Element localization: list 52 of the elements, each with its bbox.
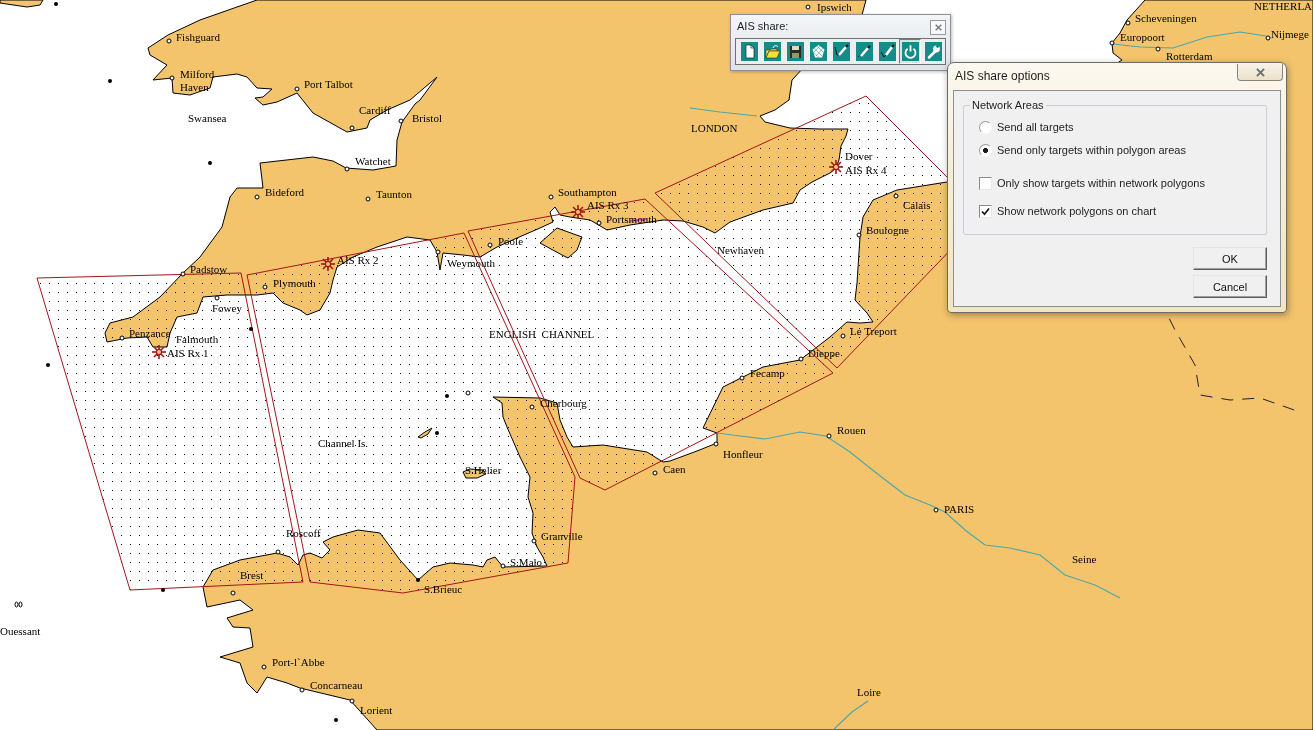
place-label: S.Malo — [510, 556, 543, 568]
place-label: Southampton — [558, 186, 617, 198]
place-label: Concarneau — [310, 679, 363, 691]
place-label: Nijmege — [1271, 28, 1309, 40]
place-label: Bideford — [265, 186, 305, 198]
place-label: Taunton — [376, 188, 412, 200]
place-label: LONDON — [691, 122, 738, 134]
place-label: Boulogne — [866, 224, 909, 236]
place-label: S.Brieuc — [424, 583, 463, 595]
place-label: Ipswich — [817, 1, 852, 13]
place-label: Fecamp — [750, 367, 785, 379]
place-label: Ouessant — [0, 625, 41, 637]
place-label: Cardiff — [359, 104, 391, 116]
place-label: Port-l`Abbe — [272, 656, 325, 668]
place-label: Loire — [857, 686, 881, 698]
place-label: Poole — [498, 235, 524, 247]
place-label: Falmouth — [176, 333, 219, 345]
receiver-label: AIS Rx 4 — [845, 164, 887, 176]
place-label: Milford Haven — [180, 68, 216, 94]
place-label: Newhaven — [717, 244, 765, 256]
place-label: Swansea — [188, 112, 227, 124]
place-label: Calais — [903, 199, 931, 211]
place-label: Bristol — [412, 112, 442, 124]
window-title: AIS share: — [737, 20, 789, 33]
receiver-label: AIS Rx 3 — [587, 199, 629, 211]
place-label: Fowey — [212, 302, 242, 314]
place-label: Portsmouth — [606, 213, 657, 225]
place-label: Le Treport — [850, 325, 897, 337]
place-label: Watchet — [355, 155, 391, 167]
place-label: Dover — [845, 150, 873, 162]
place-label: Granville — [541, 530, 583, 542]
place-label: Penzance — [129, 327, 171, 339]
dialog-title: AIS share options — [955, 69, 1050, 84]
group-title: Network Areas — [971, 99, 1045, 112]
place-label: Brest — [240, 569, 264, 581]
place-label: Port Talbot — [304, 78, 353, 90]
place-label: S.Helier — [465, 464, 502, 476]
place-label: Padstow — [190, 263, 228, 275]
place-label: PARIS — [944, 503, 975, 515]
place-label: Honfleur — [723, 448, 763, 460]
place-label: Plymouth — [273, 277, 316, 289]
place-label: Lorient — [360, 704, 393, 716]
place-label: Europoort — [1120, 31, 1165, 43]
place-label: Dieppe — [808, 347, 840, 359]
place-label: Caen — [663, 463, 686, 475]
place-label: Scheveningen — [1135, 12, 1197, 24]
place-label: Fishguard — [176, 31, 220, 43]
place-label: Rouen — [837, 424, 866, 436]
place-label: Seine — [1072, 553, 1097, 565]
place-label: NETHERLA — [1254, 0, 1313, 12]
receiver-label: AIS Rx 1 — [167, 347, 209, 359]
place-label: Rotterdam — [1166, 50, 1213, 62]
